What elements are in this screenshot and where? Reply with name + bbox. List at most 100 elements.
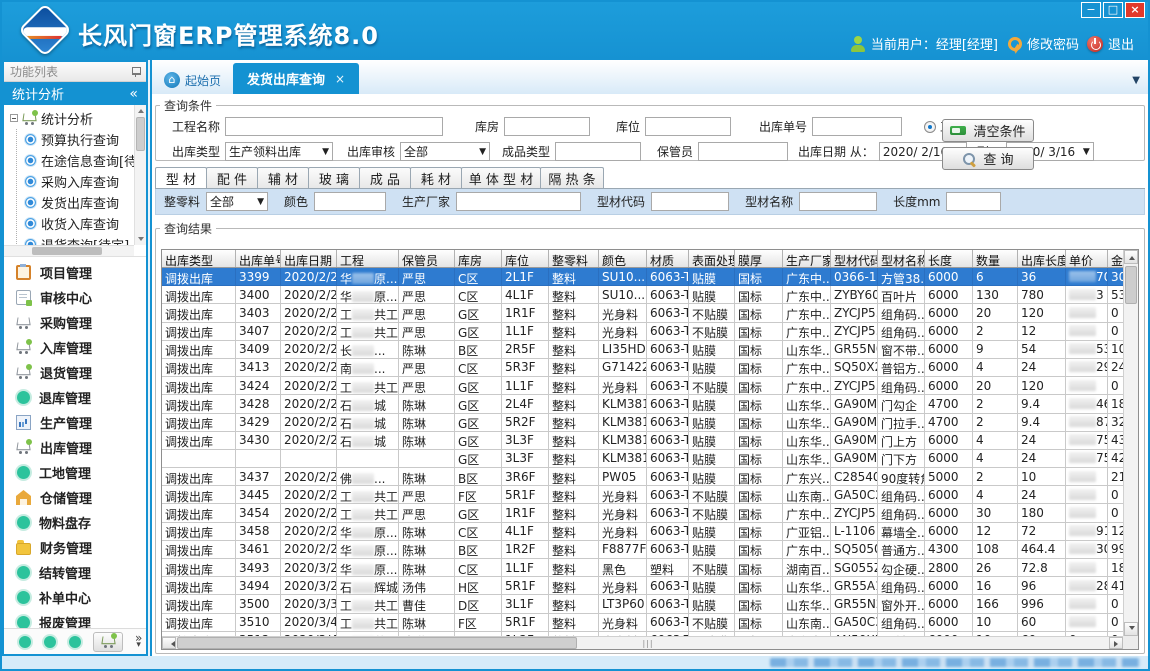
sidebar-module-财务管理[interactable]: 财务管理 [4, 535, 146, 560]
sidebar-module-报废管理[interactable]: 报废管理 [4, 610, 146, 628]
table-row[interactable]: 调拨出库34542020/2/28工共工程严思G区1R1F整料光身料6063-T… [162, 504, 1138, 522]
sidebar-module-入库管理[interactable]: 入库管理 [4, 335, 146, 360]
quick-module-icon[interactable] [44, 636, 56, 648]
column-header-金[interactable]: 金 [1108, 250, 1124, 267]
column-header-型材代码[interactable]: 型材代码 [831, 250, 878, 267]
close-button[interactable]: × [1125, 2, 1145, 18]
table-row[interactable]: 调拨出库34612020/2/28华原...陈琳B区1R2F整料F8877FT6… [162, 541, 1138, 559]
sidebar-module-仓储管理[interactable]: 仓储管理 [4, 485, 146, 510]
table-row[interactable]: 调拨出库34242020/2/26工共工程严思G区1L1F整料光身料6063-T… [162, 377, 1138, 395]
column-header-出库单号[interactable]: 出库单号 [236, 250, 281, 267]
out-type-combo[interactable]: 生产领料出库 ▼ [225, 142, 333, 161]
table-row[interactable]: 调拨出库34582020/2/28华原...陈琳C区4L1F整料光身料6063-… [162, 523, 1138, 541]
audit-combo[interactable]: 全部 ▼ [400, 142, 490, 161]
tree-vertical-scrollbar[interactable] [134, 105, 146, 245]
order-no-input[interactable] [812, 117, 902, 136]
grid-scroll-down-button[interactable] [1124, 622, 1138, 636]
table-row[interactable]: 调拨出库34072020/2/25工共工程严思G区1L1F整料光身料6063-T… [162, 323, 1138, 341]
minimize-button[interactable]: − [1081, 2, 1101, 18]
product-type-input[interactable] [555, 142, 641, 161]
grid-scroll-left-button[interactable] [162, 637, 176, 649]
sidebar-module-审核中心[interactable]: 审核中心 [4, 285, 146, 310]
sidebar-module-退库管理[interactable]: 退库管理 [4, 385, 146, 410]
tab-list-chevron-icon[interactable]: ▼ [1132, 75, 1140, 86]
grid-vertical-scrollbar[interactable] [1123, 250, 1138, 636]
pin-icon[interactable] [131, 66, 140, 77]
material-tab-单体型材[interactable]: 单 体 型 材 [461, 167, 541, 188]
material-tab-配件[interactable]: 配 件 [206, 167, 258, 188]
column-header-长度[interactable]: 长度 [925, 250, 973, 267]
table-row[interactable]: 调拨出库34942020/3/2石辉城汤伟H区5R1F整料光身料6063-T5贴… [162, 577, 1138, 595]
column-header-颜色[interactable]: 颜色 [599, 250, 647, 267]
filter-input-颜色[interactable] [314, 192, 386, 211]
column-header-数量[interactable]: 数量 [973, 250, 1018, 267]
tab-close-icon[interactable]: × [335, 72, 345, 86]
table-row[interactable]: 调拨出库34002020/2/25华原...严思C区4L1F整料SU10...6… [162, 286, 1138, 304]
table-row[interactable]: 调拨出库33992020/2/25华原...严思C区2L1F整料SU10...6… [162, 268, 1138, 286]
quick-module-icon[interactable] [69, 636, 81, 648]
chevron-down-icon[interactable]: ▼ [479, 147, 486, 157]
sidebar-module-采购管理[interactable]: 采购管理 [4, 310, 146, 335]
tree-horizontal-scrollbar[interactable] [4, 245, 134, 256]
column-header-出库长度[interactable]: 出库长度 [1018, 250, 1066, 267]
project-name-input[interactable] [225, 117, 443, 136]
tree-item-收货入库查询[interactable]: 收货入库查询 [17, 213, 134, 234]
location-input[interactable] [645, 117, 731, 136]
table-row[interactable]: G区3L3F整料KLM38176063-T5贴膜国标山东华...GA90M09.… [162, 450, 1138, 468]
filter-input-型材代码[interactable] [651, 192, 729, 211]
chevron-down-icon[interactable]: ▼ [257, 197, 264, 207]
tree-expander-icon[interactable] [10, 114, 18, 122]
sidebar-module-补单中心[interactable]: 补单中心 [4, 585, 146, 610]
maximize-button[interactable]: □ [1103, 2, 1123, 18]
filter-input-长度mm[interactable] [946, 192, 1001, 211]
table-row[interactable]: 调拨出库34032020/2/25工共工程严思G区1R1F整料光身料6063-T… [162, 304, 1138, 322]
chevron-down-icon[interactable]: ▼ [322, 147, 329, 157]
table-row[interactable]: 调拨出库34292020/2/26石城陈琳G区5R2F整料KLM38176063… [162, 414, 1138, 432]
grid-scroll-up-button[interactable] [1124, 250, 1138, 264]
keeper-input[interactable] [698, 142, 788, 161]
grid-vscroll-thumb[interactable] [1125, 266, 1137, 304]
filter-input-型材名称[interactable] [799, 192, 877, 211]
table-row[interactable]: 调拨出库34302020/2/26石城陈琳G区3L3F整料KLM38176063… [162, 432, 1138, 450]
grid-hscroll-thumb[interactable] [177, 637, 577, 649]
change-password-button[interactable]: 修改密码 [1006, 34, 1079, 53]
grid-horizontal-scrollbar[interactable]: ||| [162, 636, 1123, 649]
column-header-生产厂家[interactable]: 生产厂家 [783, 250, 831, 267]
tree-item-采购入库查询[interactable]: 采购入库查询 [17, 171, 134, 192]
grid-scroll-right-button[interactable] [1109, 637, 1123, 649]
search-button[interactable]: 查 询 [942, 147, 1034, 170]
column-header-库位[interactable]: 库位 [502, 250, 549, 267]
sidebar-module-结转管理[interactable]: 结转管理 [4, 560, 146, 585]
sidebar-module-项目管理[interactable]: 项目管理 [4, 260, 146, 285]
sidebar-module-退货管理[interactable]: 退货管理 [4, 360, 146, 385]
tree-item-发货出库查询[interactable]: 发货出库查询 [17, 192, 134, 213]
table-row[interactable]: 调拨出库34452020/2/27工共工程严思F区5R1F整料光身料6063-T… [162, 486, 1138, 504]
quick-module-icon[interactable] [19, 636, 31, 648]
sidebar-module-生产管理[interactable]: 生产管理 [4, 410, 146, 435]
tree-item-退货查询[待定][interactable]: 退货查询[待定] [17, 234, 134, 245]
table-row[interactable]: 调拨出库35002020/3/3工共工程曹佳D区3L1F整料LT3P606063… [162, 595, 1138, 613]
more-modules-button[interactable]: »▾ [135, 635, 142, 649]
tree-root-node[interactable]: 统计分析 [4, 107, 134, 129]
filter-combo-整零料[interactable]: 全部▼ [206, 192, 268, 211]
column-header-单价[interactable]: 单价 [1066, 250, 1108, 267]
material-tab-成品[interactable]: 成 品 [359, 167, 411, 188]
column-header-整零料[interactable]: 整零料 [549, 250, 599, 267]
column-header-膜厚[interactable]: 膜厚 [735, 250, 783, 267]
tab-home[interactable]: ⌂ 起始页 [152, 66, 233, 94]
scroll-down-icon[interactable] [138, 237, 144, 241]
column-header-工程[interactable]: 工程 [337, 250, 399, 267]
column-header-型材名称[interactable]: 型材名称 [878, 250, 925, 267]
column-header-出库类型[interactable]: 出库类型 [162, 250, 236, 267]
stats-section-header[interactable]: 统计分析 « [4, 82, 146, 105]
tab-shipment-query[interactable]: 发货出库查询 × [233, 63, 359, 94]
clear-conditions-button[interactable]: 清空条件 [942, 119, 1034, 142]
table-row[interactable]: 调拨出库34372020/2/27佛...陈琳B区3R6F整料PW056063-… [162, 468, 1138, 486]
material-tab-型材[interactable]: 型 材 [155, 167, 207, 188]
warehouse-input[interactable] [504, 117, 590, 136]
tree-item-在途信息查询[待[interactable]: 在途信息查询[待 [17, 150, 134, 171]
scroll-up-icon[interactable] [138, 109, 144, 113]
table-row[interactable]: 调拨出库34282020/2/26石城陈琳G区2L4F整料KLM38176063… [162, 395, 1138, 413]
table-row[interactable]: 调拨出库34932020/3/2华原...陈琳C区1L1F整料黑色塑料不贴膜国标… [162, 559, 1138, 577]
column-header-表面处理[interactable]: 表面处理 [689, 250, 735, 267]
